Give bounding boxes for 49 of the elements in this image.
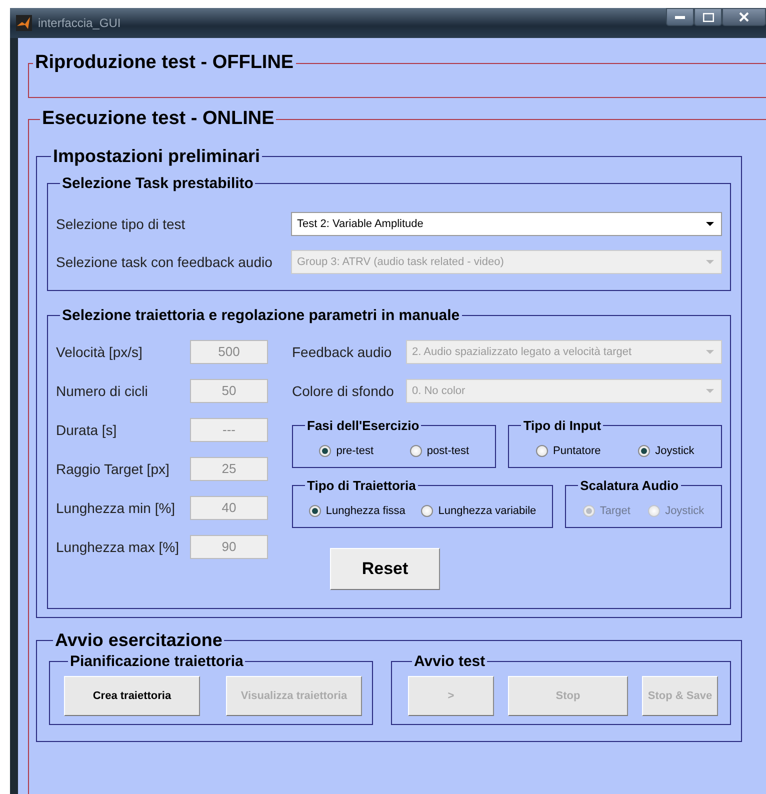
close-icon (739, 12, 749, 22)
close-button[interactable] (722, 8, 766, 26)
field-label: Feedback audio (292, 344, 393, 360)
field-label: Selezione tipo di test (56, 216, 186, 232)
dropdown-caret-icon (706, 350, 714, 354)
field-label: Lunghezza max [%] (56, 539, 180, 555)
radio-button[interactable] (536, 445, 548, 457)
reset-button[interactable]: Reset (330, 548, 440, 590)
panel-title: Selezione Task prestabilito (61, 175, 254, 192)
radio-button[interactable] (308, 505, 321, 517)
radio-button[interactable] (638, 445, 650, 457)
minimize-icon (675, 16, 685, 18)
panel-title: Scalatura Audio (579, 478, 680, 493)
panel-title: Selezione traiettoria e regolazione parametri in manuale (61, 307, 461, 324)
radio-button[interactable] (319, 445, 332, 457)
window-title: interfaccia_GUI (38, 16, 121, 30)
panel-title: Fasi dell'Esercizio (306, 418, 420, 433)
radio-option[interactable]: post-test (410, 445, 470, 457)
panel-title: Esecuzione test - ONLINE (41, 108, 276, 130)
panel-title: Tipo di Traiettoria (306, 478, 417, 493)
radio-option[interactable]: pre-test (319, 445, 374, 457)
panel-title: Impostazioni preliminari (52, 146, 262, 167)
field-label: Raggio Target [px] (56, 461, 170, 477)
field-label: Colore di sfondo (292, 383, 395, 399)
panel-title: Riproduzione test - OFFLINE (34, 52, 295, 74)
radio-option[interactable]: Lunghezza fissa (308, 505, 406, 517)
dropdown[interactable]: Test 2: Variable Amplitude (291, 212, 722, 236)
field-label: Selezione task con feedback audio (56, 254, 274, 270)
field-label: Lunghezza min [%] (56, 500, 176, 516)
radio-button[interactable] (421, 505, 434, 517)
panel-title: Avvio esercitazione (54, 630, 224, 651)
dropdown-caret-icon (706, 222, 714, 226)
dropdown-caret-icon (706, 389, 714, 393)
field-label: Numero di cicli (56, 383, 149, 399)
radio-option[interactable]: Puntatore (536, 445, 601, 457)
panel-title: Avvio test (413, 653, 486, 670)
panel-title: Pianificazione traiettoria (69, 653, 244, 670)
field-label: Velocità [px/s] (56, 344, 144, 360)
radio-button[interactable] (410, 445, 422, 457)
panel-title: Tipo di Input (522, 418, 602, 433)
maximize-icon (702, 12, 714, 22)
radio-option[interactable]: Lunghezza variabile (421, 505, 536, 517)
dropdown-caret-icon (706, 260, 714, 264)
radio-option[interactable]: Joystick (638, 445, 694, 457)
action-button[interactable]: Crea traiettoria (64, 676, 200, 716)
minimize-button[interactable] (666, 8, 694, 26)
maximize-button[interactable] (694, 8, 722, 26)
app-logo-icon (16, 15, 32, 31)
field-label: Durata [s] (56, 422, 118, 438)
